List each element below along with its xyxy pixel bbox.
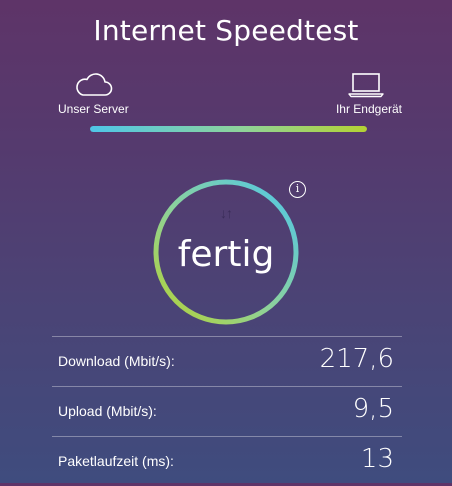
info-icon[interactable]: i <box>289 181 306 198</box>
upload-label: Upload (Mbit/s): <box>58 403 157 419</box>
download-value: 217,6 <box>319 344 394 374</box>
page-title: Internet Speedtest <box>93 14 359 47</box>
device-label: Ihr Endgerät <box>335 102 402 116</box>
test-status: fertig <box>177 234 275 275</box>
connection-progress-fill <box>90 126 367 132</box>
server-label: Unser Server <box>58 102 129 116</box>
result-row-upload: Upload (Mbit/s): 9,5 <box>52 386 402 436</box>
device-endpoint: Ihr Endgerät <box>330 70 402 116</box>
laptop-icon <box>348 73 384 98</box>
server-endpoint: Unser Server <box>58 70 130 116</box>
download-label: Download (Mbit/s): <box>58 353 175 369</box>
ping-label: Paketlaufzeit (ms): <box>58 453 174 469</box>
ping-value: 13 <box>360 444 394 474</box>
results-list: Download (Mbit/s): 217,6 Upload (Mbit/s)… <box>52 336 402 486</box>
result-row-download: Download (Mbit/s): 217,6 <box>52 336 402 386</box>
connection-progress-bar <box>90 126 367 132</box>
result-row-ping: Paketlaufzeit (ms): 13 <box>52 436 402 486</box>
cloud-icon <box>76 73 113 96</box>
speed-gauge: ↓↑ fertig <box>151 177 301 327</box>
up-down-arrows-icon: ↓↑ <box>220 205 233 221</box>
upload-value: 9,5 <box>352 394 394 424</box>
